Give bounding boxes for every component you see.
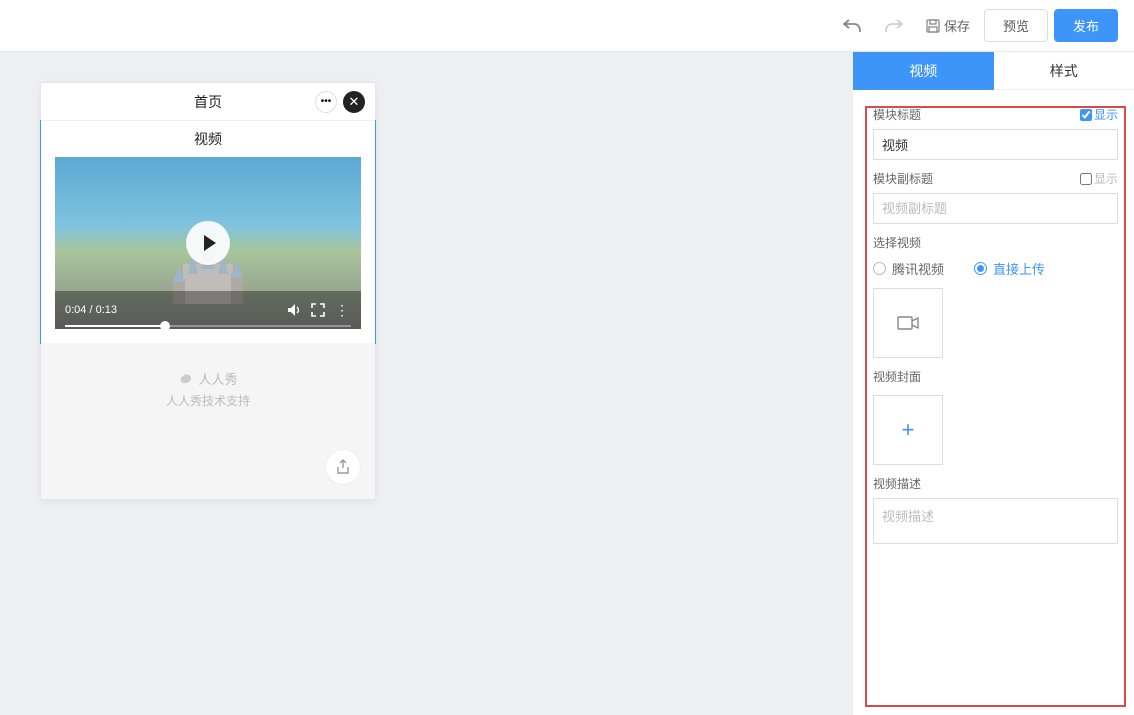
close-icon[interactable]: ✕ [343, 91, 365, 113]
phone-footer: 人人秀 人人秀技术支持 [41, 343, 375, 499]
video-time-label: 0:04 / 0:13 [65, 304, 117, 316]
camera-icon [897, 314, 919, 332]
module-title-show-toggle[interactable]: 显示 [1080, 106, 1118, 123]
undo-icon[interactable] [834, 8, 870, 44]
module-title-input[interactable] [873, 129, 1118, 160]
video-player[interactable]: 0:04 / 0:13 ⋮ [55, 157, 361, 329]
panel-tabs: 视频 样式 [853, 52, 1134, 90]
brand-row: 人人秀 [41, 369, 375, 388]
canvas-area: 首页 ••• ✕ 视频 [0, 52, 852, 715]
page-title: 首页 [194, 92, 222, 112]
video-desc-label: 视频描述 [873, 475, 921, 492]
save-label: 保存 [944, 16, 970, 35]
play-icon[interactable] [186, 221, 230, 265]
bird-icon [178, 371, 194, 387]
module-subtitle-show-toggle[interactable]: 显示 [1080, 170, 1118, 187]
upload-video-button[interactable] [873, 288, 943, 358]
video-controls: 0:04 / 0:13 ⋮ [55, 291, 361, 329]
volume-icon[interactable] [285, 301, 303, 319]
module-subtitle-input[interactable] [873, 193, 1118, 224]
module-title-field-label: 模块标题 [873, 106, 921, 123]
brand-sub-text: 人人秀技术支持 [41, 392, 375, 409]
more-icon[interactable]: ••• [315, 91, 337, 113]
phone-preview: 首页 ••• ✕ 视频 [40, 82, 376, 500]
select-video-label: 选择视频 [873, 234, 921, 251]
module-title-label: 视频 [41, 121, 375, 157]
video-desc-textarea[interactable] [873, 498, 1118, 544]
panel-body: 模块标题 显示 模块副标题 显示 选择视频 [865, 106, 1126, 707]
redo-icon[interactable] [876, 8, 912, 44]
preview-button[interactable]: 预览 [984, 9, 1048, 42]
share-icon [335, 459, 351, 475]
tab-style[interactable]: 样式 [994, 52, 1134, 90]
phone-header: 首页 ••• ✕ [41, 83, 375, 121]
radio-upload[interactable]: 直接上传 [974, 259, 1045, 278]
share-button[interactable] [325, 449, 361, 485]
video-progress-bar[interactable] [65, 325, 351, 327]
video-cover-label: 视频封面 [873, 368, 921, 385]
save-button[interactable]: 保存 [918, 16, 978, 35]
fullscreen-icon[interactable] [309, 301, 327, 319]
tab-video[interactable]: 视频 [853, 52, 994, 90]
publish-button[interactable]: 发布 [1054, 9, 1118, 42]
side-panel: 视频 样式 模块标题 显示 模块副标题 显示 选择 [852, 52, 1134, 715]
module-subtitle-field-label: 模块副标题 [873, 170, 933, 187]
module-title-show-checkbox[interactable] [1080, 109, 1092, 121]
upload-cover-button[interactable]: + [873, 395, 943, 465]
more-vert-icon[interactable]: ⋮ [333, 301, 351, 319]
brand-text: 人人秀 [198, 369, 237, 388]
radio-tencent[interactable]: 腾讯视频 [873, 259, 944, 278]
module-subtitle-show-checkbox[interactable] [1080, 173, 1092, 185]
plus-icon: + [902, 417, 915, 443]
top-toolbar: 保存 预览 发布 [0, 0, 1134, 52]
video-module[interactable]: 视频 0:04 / 0:13 [40, 120, 376, 344]
